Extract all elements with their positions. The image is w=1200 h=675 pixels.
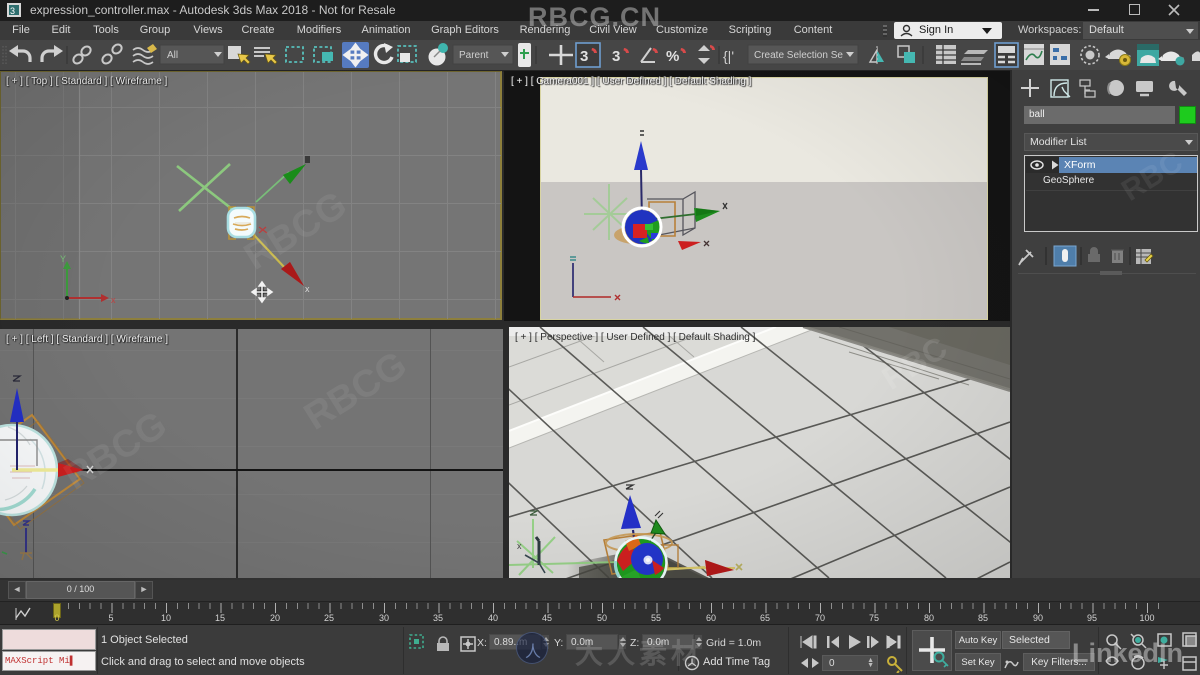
svg-text:Create Selection Se: Create Selection Se: [754, 50, 843, 61]
svg-text:Parent: Parent: [459, 50, 489, 61]
svg-text:x: x: [517, 541, 522, 551]
svg-text:x: x: [111, 295, 116, 305]
svg-text:3: 3: [580, 48, 588, 65]
svg-text:%: %: [666, 48, 679, 65]
svg-text:All: All: [167, 50, 178, 61]
svg-text:{|ʹ: {|ʹ: [723, 48, 734, 64]
svg-text:3: 3: [10, 6, 15, 16]
svg-text:x: x: [305, 284, 310, 294]
svg-text:Y: Y: [60, 254, 66, 264]
svg-text:3: 3: [612, 48, 620, 65]
